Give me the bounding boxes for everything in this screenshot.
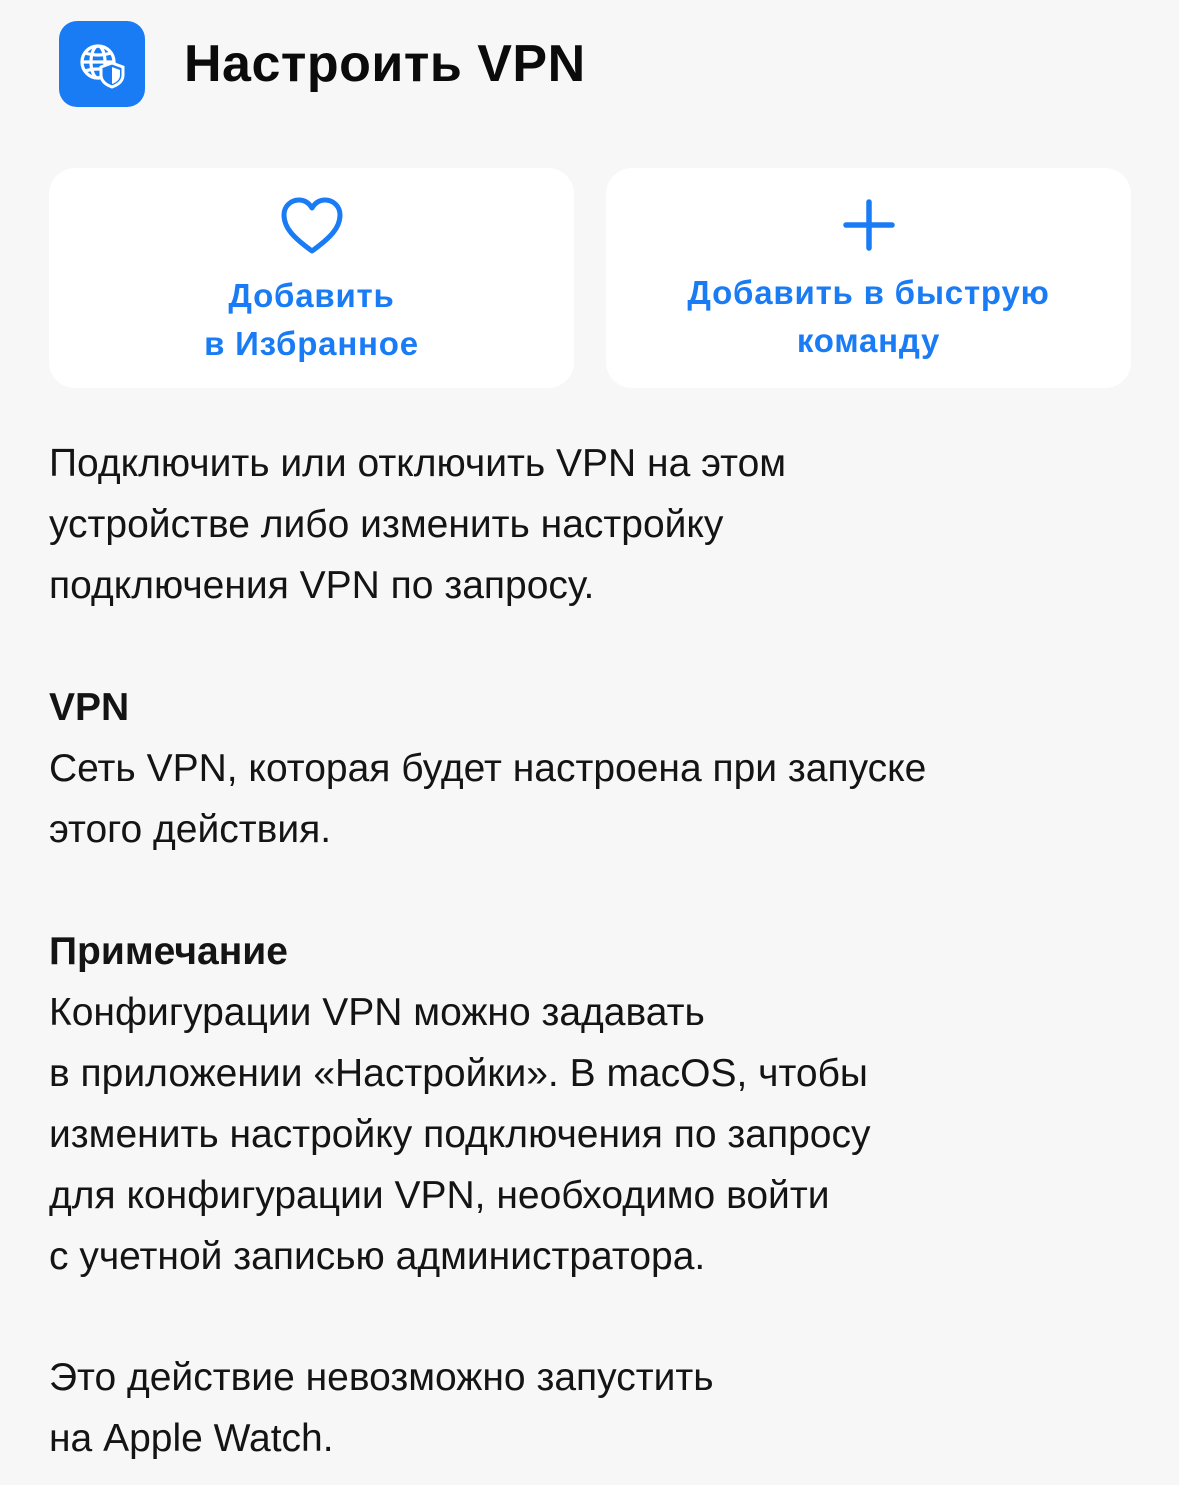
vpn-parameter-section: VPN Сеть VPN, которая будет настроена пр… [49,677,926,860]
note-line: для конфигурации VPN, необходимо войти [49,1174,830,1217]
header: Настроить VPN [59,21,586,107]
vpn-parameter-line: этого действия. [49,808,332,851]
heart-icon [280,196,344,261]
add-to-favorites-button[interactable]: Добавить в Избранное [49,168,574,388]
description-line: Подключить или отключить VPN на этом [49,442,787,485]
note-section: Примечание Конфигурации VPN можно задава… [49,921,870,1287]
description-line: подключения VPN по запросу. [49,564,595,607]
note-heading: Примечание [49,930,288,973]
add-to-shortcut-label-2: команду [796,322,941,359]
action-cards: Добавить в Избранное Добавить в быструю … [49,168,1131,388]
description-line: устройстве либо изменить настройку [49,503,724,546]
watch-note-line: на Apple Watch. [49,1417,334,1460]
globe-shield-icon [59,21,145,107]
add-to-favorites-label-2: в Избранное [204,325,419,362]
add-to-shortcut-button[interactable]: Добавить в быструю команду [606,168,1131,388]
add-to-favorites-label-1: Добавить [228,277,395,314]
plus-icon [842,198,896,257]
watch-note: Это действие невозможно запустить на App… [49,1347,714,1469]
note-line: изменить настройку подключения по запрос… [49,1113,871,1156]
add-to-shortcut-label-1: Добавить в быструю [687,274,1050,311]
vpn-parameter-heading: VPN [49,686,130,729]
note-line: Конфигурации VPN можно задавать [49,991,705,1034]
note-line: в приложении «Настройки». В macOS, чтобы [49,1052,868,1095]
watch-note-line: Это действие невозможно запустить [49,1356,714,1399]
page-title: Настроить VPN [184,35,586,93]
description-paragraph: Подключить или отключить VPN на этом уст… [49,433,786,616]
note-line: с учетной записью администратора. [49,1235,706,1278]
vpn-parameter-line: Сеть VPN, которая будет настроена при за… [49,747,927,790]
